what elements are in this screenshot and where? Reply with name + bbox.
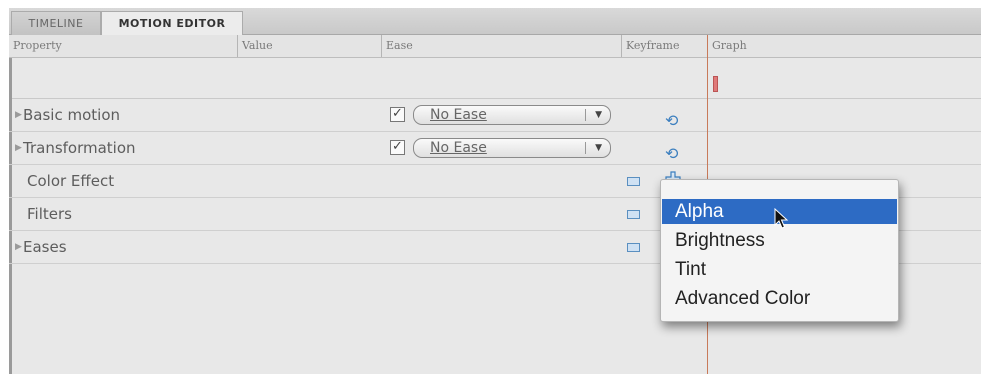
- chevron-down-icon: ▼: [595, 143, 602, 153]
- menu-item-brightness[interactable]: Brightness: [662, 228, 897, 253]
- menu-item-label: Alpha: [675, 201, 724, 222]
- row-label: Eases: [23, 238, 67, 256]
- ease-checkbox[interactable]: ✓: [390, 140, 405, 155]
- delete-effect-icon[interactable]: [627, 177, 640, 186]
- header-graph[interactable]: Graph: [707, 35, 972, 57]
- delete-filter-icon[interactable]: [627, 210, 640, 219]
- row-label: Color Effect: [27, 172, 115, 190]
- ease-value: No Ease: [430, 107, 487, 123]
- tab-bar: TIMELINE MOTION EDITOR: [9, 8, 981, 36]
- expand-triangle-icon[interactable]: ▶: [15, 231, 22, 263]
- menu-item-advanced-color[interactable]: Advanced Color: [662, 286, 897, 311]
- delete-ease-icon[interactable]: [627, 243, 640, 252]
- graph-ruler-area: [9, 58, 981, 99]
- dropdown-separator: [585, 109, 586, 121]
- row-label: Basic motion: [23, 106, 121, 124]
- header-value[interactable]: Value: [237, 35, 382, 57]
- column-header: Property Value Ease Keyframe Graph: [9, 35, 981, 58]
- header-ease[interactable]: Ease: [381, 35, 622, 57]
- menu-item-label: Advanced Color: [675, 288, 811, 309]
- mouse-pointer-icon: [774, 208, 789, 229]
- row-label: Transformation: [23, 139, 136, 157]
- tab-timeline[interactable]: TIMELINE: [11, 11, 101, 35]
- ease-dropdown[interactable]: No Ease ▼: [413, 138, 611, 158]
- expand-triangle-icon[interactable]: ▶: [15, 132, 22, 164]
- ease-checkbox[interactable]: ✓: [390, 107, 405, 122]
- ease-value: No Ease: [430, 140, 487, 156]
- header-property[interactable]: Property: [9, 35, 237, 57]
- header-keyframe[interactable]: Keyframe: [621, 35, 706, 57]
- playhead-marker[interactable]: [713, 76, 718, 92]
- tab-motion-editor[interactable]: MOTION EDITOR: [101, 11, 243, 36]
- dropdown-separator: [585, 142, 586, 154]
- chevron-down-icon: ▼: [595, 110, 602, 120]
- color-effect-menu: Alpha Brightness Tint Advanced Color: [660, 179, 899, 322]
- property-row-transformation[interactable]: ▶ Transformation ✓ No Ease ▼ ⟲: [9, 132, 981, 165]
- property-row-basic-motion[interactable]: ▶ Basic motion ✓ No Ease ▼ ⟲: [9, 99, 981, 132]
- row-label: Filters: [27, 205, 72, 223]
- menu-item-label: Brightness: [675, 230, 765, 251]
- ease-dropdown[interactable]: No Ease ▼: [413, 105, 611, 125]
- menu-item-label: Tint: [675, 259, 706, 280]
- expand-triangle-icon[interactable]: ▶: [15, 99, 22, 131]
- menu-item-tint[interactable]: Tint: [662, 257, 897, 282]
